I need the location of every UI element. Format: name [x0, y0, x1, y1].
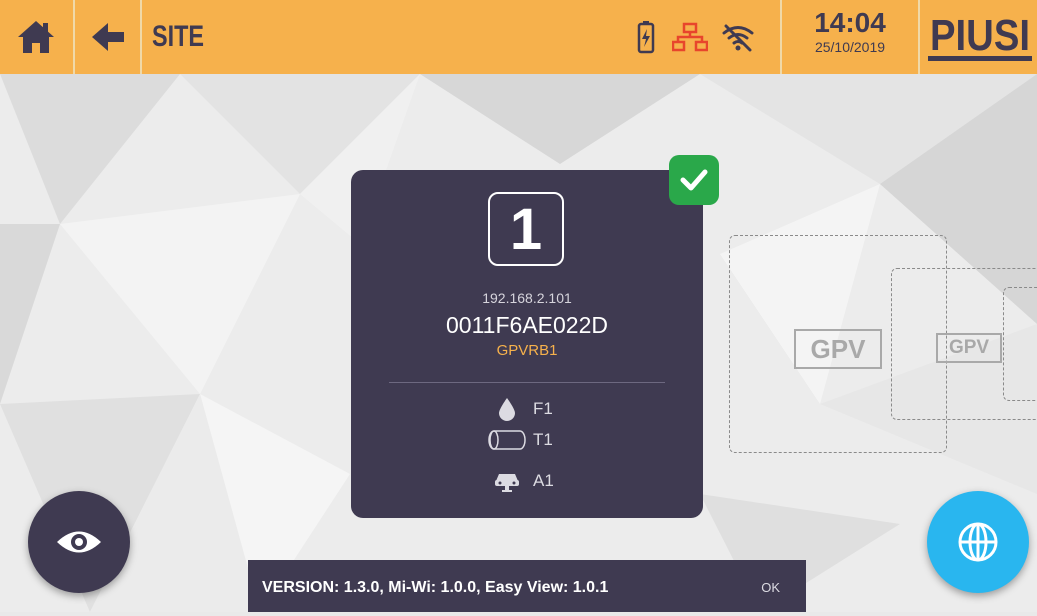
version-bar: VERSION: 1.3.0, Mi-Wi: 1.0.0, Easy View:… [248, 560, 806, 612]
vehicle-icon [495, 474, 519, 492]
device-card[interactable]: 1 192.168.2.101 0011F6AE022D GPVRB1 F1 T… [351, 170, 703, 518]
globe-icon [958, 522, 998, 562]
list-item-vehicle: A1 [487, 468, 607, 494]
gpv-label: GPV [794, 329, 882, 369]
home-icon [18, 21, 54, 53]
battery-icon [637, 21, 655, 54]
wifi-off-icon [722, 24, 754, 52]
network-status [668, 0, 712, 74]
device-number: 1 [488, 192, 564, 266]
clock-date: 25/10/2019 [814, 39, 886, 55]
clock-time: 14:04 [814, 7, 886, 38]
fuel-drop-icon [499, 398, 515, 421]
divider [389, 382, 665, 383]
check-icon [680, 169, 708, 191]
list-item-fuel: F1 [487, 396, 607, 422]
tank-icon [488, 430, 526, 450]
back-button[interactable] [76, 0, 140, 74]
device-mac: 0011F6AE022D [446, 312, 608, 338]
device-model: GPVRB1 [496, 342, 558, 359]
vehicle-label: A1 [533, 471, 554, 490]
status-check-badge [669, 155, 719, 205]
battery-status [628, 0, 664, 74]
fuel-label: F1 [533, 399, 553, 418]
back-arrow-icon [92, 23, 124, 51]
page-title: SITE [152, 20, 205, 53]
clock: 14:04 25/10/2019 [790, 8, 910, 56]
wifi-status [716, 0, 760, 74]
device-ip: 192.168.2.101 [482, 290, 572, 306]
placeholder-device[interactable] [1003, 287, 1037, 401]
eye-icon [57, 531, 101, 553]
version-text: VERSION: 1.3.0, Mi-Wi: 1.0.0, Easy View:… [262, 579, 609, 596]
tank-label: T1 [533, 430, 553, 449]
list-item-tank: T1 [487, 427, 607, 453]
piusi-logo: PIUSI [928, 11, 1032, 61]
header-bar: SITE 14:04 25/10/2019 PIUSI [0, 0, 1037, 74]
network-icon [672, 22, 708, 52]
svg-text:PIUSI: PIUSI [930, 11, 1030, 60]
network-scan-button[interactable] [927, 491, 1029, 593]
home-button[interactable] [0, 0, 72, 74]
ok-button[interactable]: OK [761, 560, 780, 612]
view-button[interactable] [28, 491, 130, 593]
gpv-label: GPV [936, 333, 1002, 363]
